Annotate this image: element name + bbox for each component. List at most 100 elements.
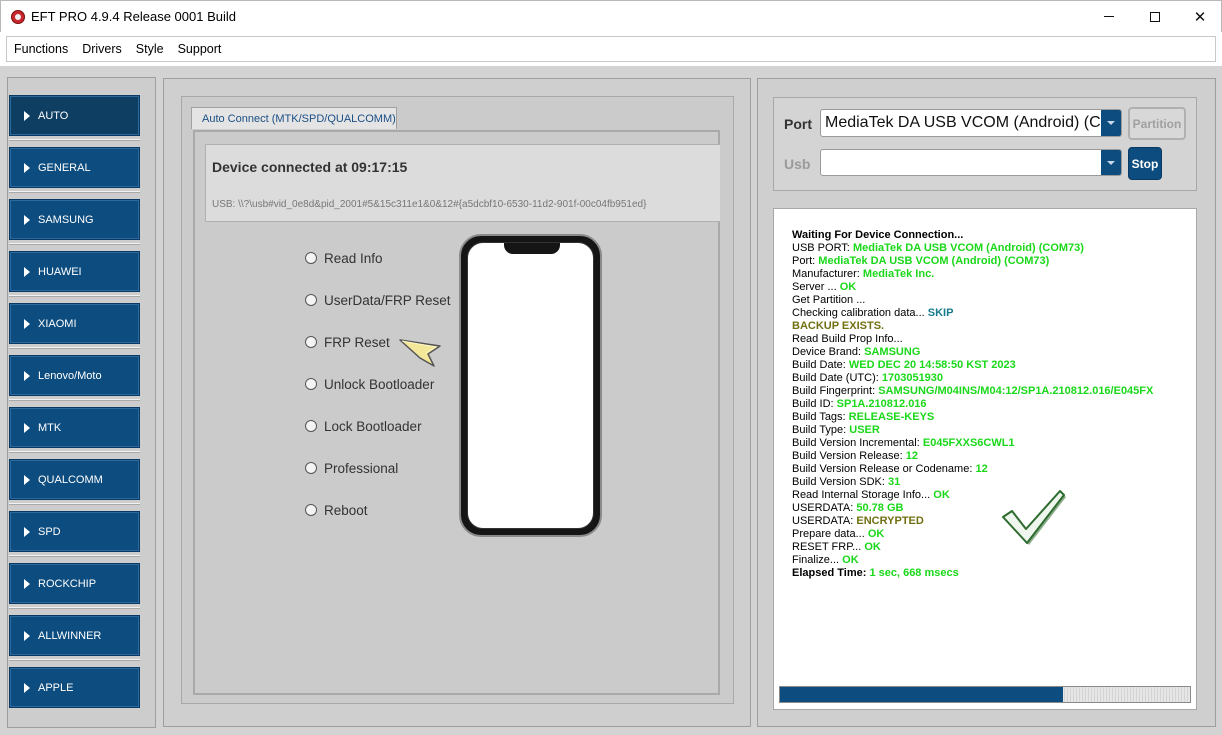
sidebar-item-mtk[interactable]: MTK [9, 407, 140, 448]
usb-select[interactable] [820, 149, 1122, 176]
option-label: Reboot [324, 502, 368, 518]
log-text: USERDATA: [792, 515, 857, 527]
sidebar-item-general[interactable]: GENERAL [9, 147, 140, 188]
log-text: 31 [888, 476, 901, 488]
sidebar-divider [9, 295, 140, 297]
log-text: Get Partition ... [792, 294, 866, 306]
log-text: Build Tags: [792, 411, 849, 423]
port-select[interactable]: MediaTek DA USB VCOM (Android) (COM73) [820, 109, 1122, 137]
sidebar-item-spd[interactable]: SPD [9, 511, 140, 552]
chevron-right-icon [24, 578, 30, 589]
log-text: Finalize... [792, 554, 843, 566]
sidebar-item-huawei[interactable]: HUAWEI [9, 251, 140, 292]
radio-button[interactable] [305, 252, 317, 264]
log-text: Read Build Prop Info... [792, 333, 903, 345]
log-text: OK [933, 489, 950, 501]
chevron-right-icon [24, 474, 30, 485]
stop-button[interactable]: Stop [1128, 147, 1162, 180]
sidebar-item-apple[interactable]: APPLE [9, 667, 140, 708]
tab-auto-connect[interactable]: Auto Connect (MTK/SPD/QUALCOMM) [191, 107, 397, 129]
window-title: EFT PRO 4.9.4 Release 0001 Build [31, 9, 236, 24]
chevron-right-icon [24, 682, 30, 693]
log-line: Manufacturer: MediaTek Inc. [792, 268, 1153, 281]
sidebar-divider [9, 191, 140, 193]
sidebar-item-label: ROCKCHIP [38, 577, 97, 590]
sidebar-item-lenovo-moto[interactable]: Lenovo/Moto [9, 355, 140, 396]
sidebar-divider [9, 659, 140, 661]
chevron-right-icon [24, 526, 30, 537]
sidebar-item-label: GENERAL [38, 161, 91, 174]
log-line: Build Date: WED DEC 20 14:58:50 KST 2023 [792, 359, 1153, 372]
sidebar-item-rockchip[interactable]: ROCKCHIP [9, 563, 140, 604]
sidebar-item-allwinner[interactable]: ALLWINNER [9, 615, 140, 656]
option-read-info[interactable]: Read Info [305, 249, 383, 267]
menu-support[interactable]: Support [178, 42, 222, 56]
log-line: Port: MediaTek DA USB VCOM (Android) (CO… [792, 255, 1153, 268]
log-text: SAMSUNG [864, 346, 921, 358]
log-text: OK [839, 281, 857, 293]
option-professional[interactable]: Professional [305, 459, 398, 477]
sidebar-item-qualcomm[interactable]: QUALCOMM [9, 459, 140, 500]
log-line: Build Date (UTC): 1703051930 [792, 372, 1153, 385]
log-line: Build Version Incremental: E045FXXS6CWL1 [792, 437, 1153, 450]
menu-style[interactable]: Style [136, 42, 164, 56]
radio-button[interactable] [305, 294, 317, 306]
log-text: OK [867, 528, 885, 540]
minimize-icon [1104, 16, 1114, 17]
menu-drivers[interactable]: Drivers [82, 42, 122, 56]
log-text: Build Version Release or Codename: [792, 463, 976, 475]
log-line: Build Type: USER [792, 424, 1153, 437]
chevron-right-icon [24, 266, 30, 277]
log-line: Build Version SDK: 31 [792, 476, 1153, 489]
radio-button[interactable] [305, 462, 317, 474]
title-bar: EFT PRO 4.9.4 Release 0001 Build ✕ [0, 0, 1222, 32]
log-text: RELEASE-KEYS [848, 411, 935, 423]
maximize-button[interactable] [1132, 1, 1178, 32]
option-reboot[interactable]: Reboot [305, 501, 368, 519]
close-button[interactable]: ✕ [1177, 1, 1222, 32]
log-line: Build Fingerprint: SAMSUNG/M04INS/M04:12… [792, 385, 1153, 398]
sidebar-item-label: ALLWINNER [38, 629, 102, 642]
radio-button[interactable] [305, 504, 317, 516]
log-text: RESET FRP... [792, 541, 865, 553]
sidebar-item-xiaomi[interactable]: XIAOMI [9, 303, 140, 344]
log-line: Build ID: SP1A.210812.016 [792, 398, 1153, 411]
chevron-right-icon [24, 422, 30, 433]
sidebar-item-samsung[interactable]: SAMSUNG [9, 199, 140, 240]
log-text: 50.78 GB [856, 502, 904, 514]
log-line: USERDATA: 50.78 GB [792, 502, 1153, 515]
pointer-arrow-icon [399, 339, 441, 367]
port-dropdown-button[interactable] [1101, 110, 1121, 136]
usb-dropdown-button[interactable] [1101, 150, 1121, 175]
usb-device-path: USB: \\?\usb#vid_0e8d&pid_2001#5&15c311e… [212, 199, 647, 210]
sidebar-divider [9, 243, 140, 245]
log-text: Build Version Release: [792, 450, 906, 462]
log-text: Manufacturer: [792, 268, 863, 280]
usb-label: Usb [784, 156, 811, 172]
radio-button[interactable] [305, 378, 317, 390]
log-line: Prepare data... OK [792, 528, 1153, 541]
option-userdata-frp-reset[interactable]: UserData/FRP Reset [305, 291, 451, 309]
minimize-button[interactable] [1086, 1, 1132, 32]
log-text: Prepare data... [792, 528, 868, 540]
radio-button[interactable] [305, 336, 317, 348]
port-select-value: MediaTek DA USB VCOM (Android) (COM73) [825, 114, 1122, 131]
log-text: Server ... [792, 281, 840, 293]
log-text: 1 sec, 668 msecs [869, 567, 959, 579]
menu-functions[interactable]: Functions [14, 42, 68, 56]
option-label: FRP Reset [324, 334, 390, 350]
sidebar-item-label: XIAOMI [38, 317, 77, 330]
partition-button[interactable]: Partition [1128, 107, 1186, 140]
log-text: SP1A.210812.016 [836, 398, 927, 410]
log-text: ENCRYPTED [856, 515, 924, 527]
chevron-right-icon [24, 162, 30, 173]
sidebar-item-auto[interactable]: AUTO [9, 95, 140, 136]
option-unlock-bootloader[interactable]: Unlock Bootloader [305, 375, 434, 393]
app-logo-icon [11, 10, 25, 24]
radio-button[interactable] [305, 420, 317, 432]
log-line: USB PORT: MediaTek DA USB VCOM (Android)… [792, 242, 1153, 255]
maximize-icon [1150, 11, 1160, 22]
option-label: Lock Bootloader [324, 418, 422, 434]
option-lock-bootloader[interactable]: Lock Bootloader [305, 417, 422, 435]
option-frp-reset[interactable]: FRP Reset [305, 333, 390, 351]
